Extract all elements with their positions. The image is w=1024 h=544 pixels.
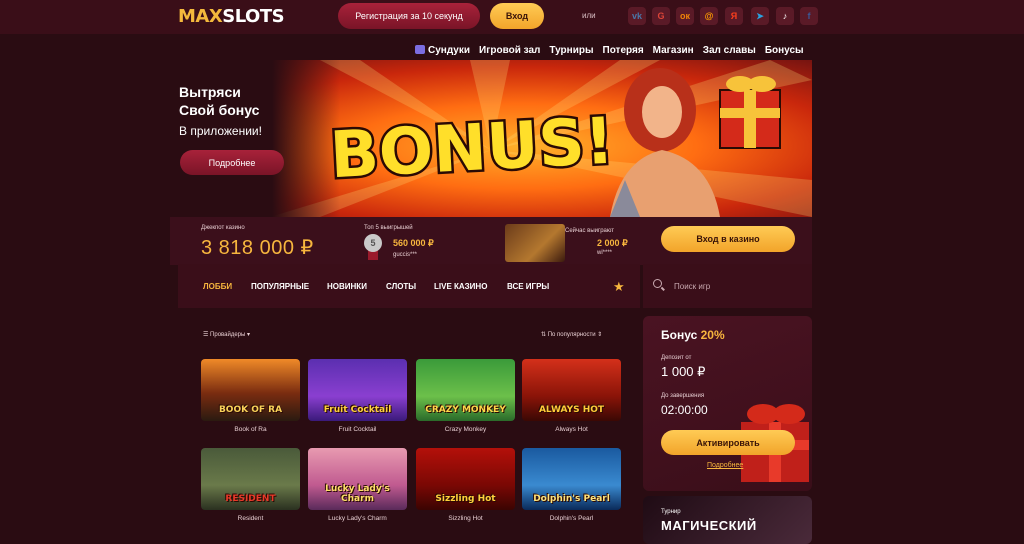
game-name: Resident [237,515,264,522]
promo-subtitle: В приложении! [179,124,262,138]
tab-slots[interactable]: СЛОТЫ [386,282,416,291]
mailru-icon[interactable]: @ [700,7,718,25]
game-tile[interactable]: Sizzling Hot [416,448,515,510]
game-name: Dolphin's Pearl [549,515,594,522]
bonus-word-art: BONUS! [328,105,615,194]
game-tile[interactable]: RESIDENT [201,448,300,510]
game-logo: RESIDENT [225,494,276,504]
game-name: Lucky Lady's Charm [328,515,387,522]
jackpot-label: Джекпот казино [201,225,245,231]
promo-more-button[interactable]: Подробнее [180,150,284,175]
logo-slots: SLOTS [222,6,285,27]
nav-item-chests[interactable]: Сундуки [415,45,470,56]
game-logo: ALWAYS HOT [538,405,605,415]
current-win-amount: 2 000 ₽ [597,238,628,248]
tab-lobby[interactable]: ЛОББИ [203,282,232,291]
or-label: или [582,11,596,20]
current-win-user: wi**** [597,250,613,256]
current-win-game-thumbnail[interactable] [505,224,565,262]
search-input[interactable] [674,279,794,293]
tab-popular[interactable]: ПОПУЛЯРНЫЕ [251,282,309,291]
current-win-label: Сейчас выиграют [565,228,614,234]
star-icon[interactable]: ★ [613,279,625,295]
top-wins-label: Топ 5 выигрышей [364,225,413,231]
bonus-details-link[interactable]: Подробнее [707,462,743,469]
main-nav: Сундуки Игровой зал Турниры Потеряя Мага… [415,45,813,56]
game-name: Always Hot [555,426,588,433]
jackpot-value: 3 818 000 ₽ [201,237,314,259]
game-name: Fruit Cocktail [338,426,377,433]
game-tile[interactable]: BOOK OF RA [201,359,300,421]
nav-item-tournaments[interactable]: Турниры [549,45,593,56]
promo-line-2: Свой бонус [179,102,260,118]
game-logo: Fruit Cocktail [323,405,392,415]
deposit-label: Депозит от [661,355,692,361]
logo-max: MAX [178,6,223,27]
yandex-icon[interactable]: Я [725,7,743,25]
game-tile[interactable]: Fruit Cocktail [308,359,407,421]
top-win-user: guccis*** [393,252,418,258]
google-icon[interactable]: G [652,7,670,25]
game-name: Sizzling Hot [448,515,483,522]
promo-line-1: Вытряси [179,84,241,100]
logo[interactable]: MAXSLOTS [178,6,285,27]
tiktok-icon[interactable]: ♪ [776,7,794,25]
tab-live-casino[interactable]: LIVE КАЗИНО [434,282,487,291]
game-name: Book of Ra [234,426,267,433]
sort-select[interactable]: ⇅ По популярности ⇕ [541,331,602,338]
nav-item-bonuses[interactable]: Бонусы [765,45,804,56]
enter-casino-button[interactable]: Вход в казино [661,226,795,252]
tab-all-games[interactable]: ВСЕ ИГРЫ [507,282,549,291]
search-icon [653,279,662,288]
odnoklassniki-icon[interactable]: ок [676,7,694,25]
promo-title: Вытряси Свой бонус [179,83,259,119]
facebook-icon[interactable]: f [800,7,818,25]
activate-bonus-button[interactable]: Активировать [661,430,795,455]
game-name: Crazy Monkey [444,426,487,433]
top-win-amount: 560 000 ₽ [393,238,434,248]
game-tile[interactable]: Dolphin's Pearl [522,448,621,510]
game-logo: CRAZY MONKEY [425,405,506,415]
register-button[interactable]: Регистрация за 10 секунд [338,3,480,29]
game-tile[interactable]: Lucky Lady's Charm [308,448,407,510]
game-logo: Lucky Lady's Charm [325,484,390,504]
timer-label: До завершения [661,393,705,399]
game-tile[interactable]: ALWAYS HOT [522,359,621,421]
nav-item-hall-of-fame[interactable]: Зал славы [703,45,756,56]
medal-icon: 5 [364,234,382,252]
deposit-value: 1 000 ₽ [661,364,706,379]
tournament-label: Турнир [661,509,681,515]
tournament-title: МАГИЧЕСКИЙ [661,518,757,533]
game-logo: Sizzling Hot [435,494,496,504]
game-logo: Dolphin's Pearl [533,494,610,504]
game-tile[interactable]: CRAZY MONKEY [416,359,515,421]
tab-new[interactable]: НОВИНКИ [327,282,367,291]
vk-icon[interactable]: vk [628,7,646,25]
promo-banner[interactable]: BONUS! [170,60,812,217]
telegram-icon[interactable]: ➤ [751,7,769,25]
timer-value: 02:00:00 [661,403,708,417]
game-logo: BOOK OF RA [218,405,283,415]
nav-item-game-hall[interactable]: Игровой зал [479,45,540,56]
providers-filter[interactable]: ☰ Провайдеры ▾ [203,331,250,338]
chest-icon [415,45,425,54]
nav-item-lottery[interactable]: Потеряя [603,45,644,56]
bonus-title: Бонус 20% [661,328,725,342]
nav-item-shop[interactable]: Магазин [653,45,694,56]
login-button[interactable]: Вход [490,3,544,29]
